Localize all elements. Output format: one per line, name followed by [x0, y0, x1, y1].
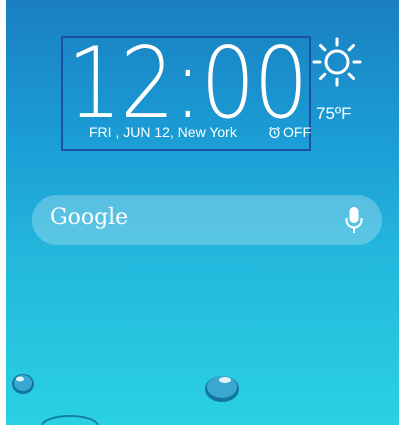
water-drop-decoration [12, 374, 34, 394]
water-drop-decoration [41, 415, 99, 425]
microphone-icon[interactable] [344, 206, 364, 234]
alarm-clock-icon [269, 126, 280, 138]
clock-widget[interactable]: 12:00 FRI , JUN 12, New York OFF [61, 32, 311, 151]
clock-time: 12:00 [67, 27, 308, 141]
google-search-bar[interactable]: Google [32, 195, 382, 245]
alarm-status[interactable]: OFF [268, 124, 311, 140]
google-logo: Google [50, 205, 129, 230]
water-drop-decoration [205, 376, 239, 402]
weather-temperature[interactable]: 75ºF [316, 104, 352, 124]
screen-frame-right [399, 0, 403, 425]
screen-frame-left [0, 0, 6, 425]
alarm-status-label: OFF [283, 124, 311, 140]
sun-icon[interactable] [311, 36, 363, 88]
clock-date: FRI , JUN 12, New York [89, 124, 237, 140]
